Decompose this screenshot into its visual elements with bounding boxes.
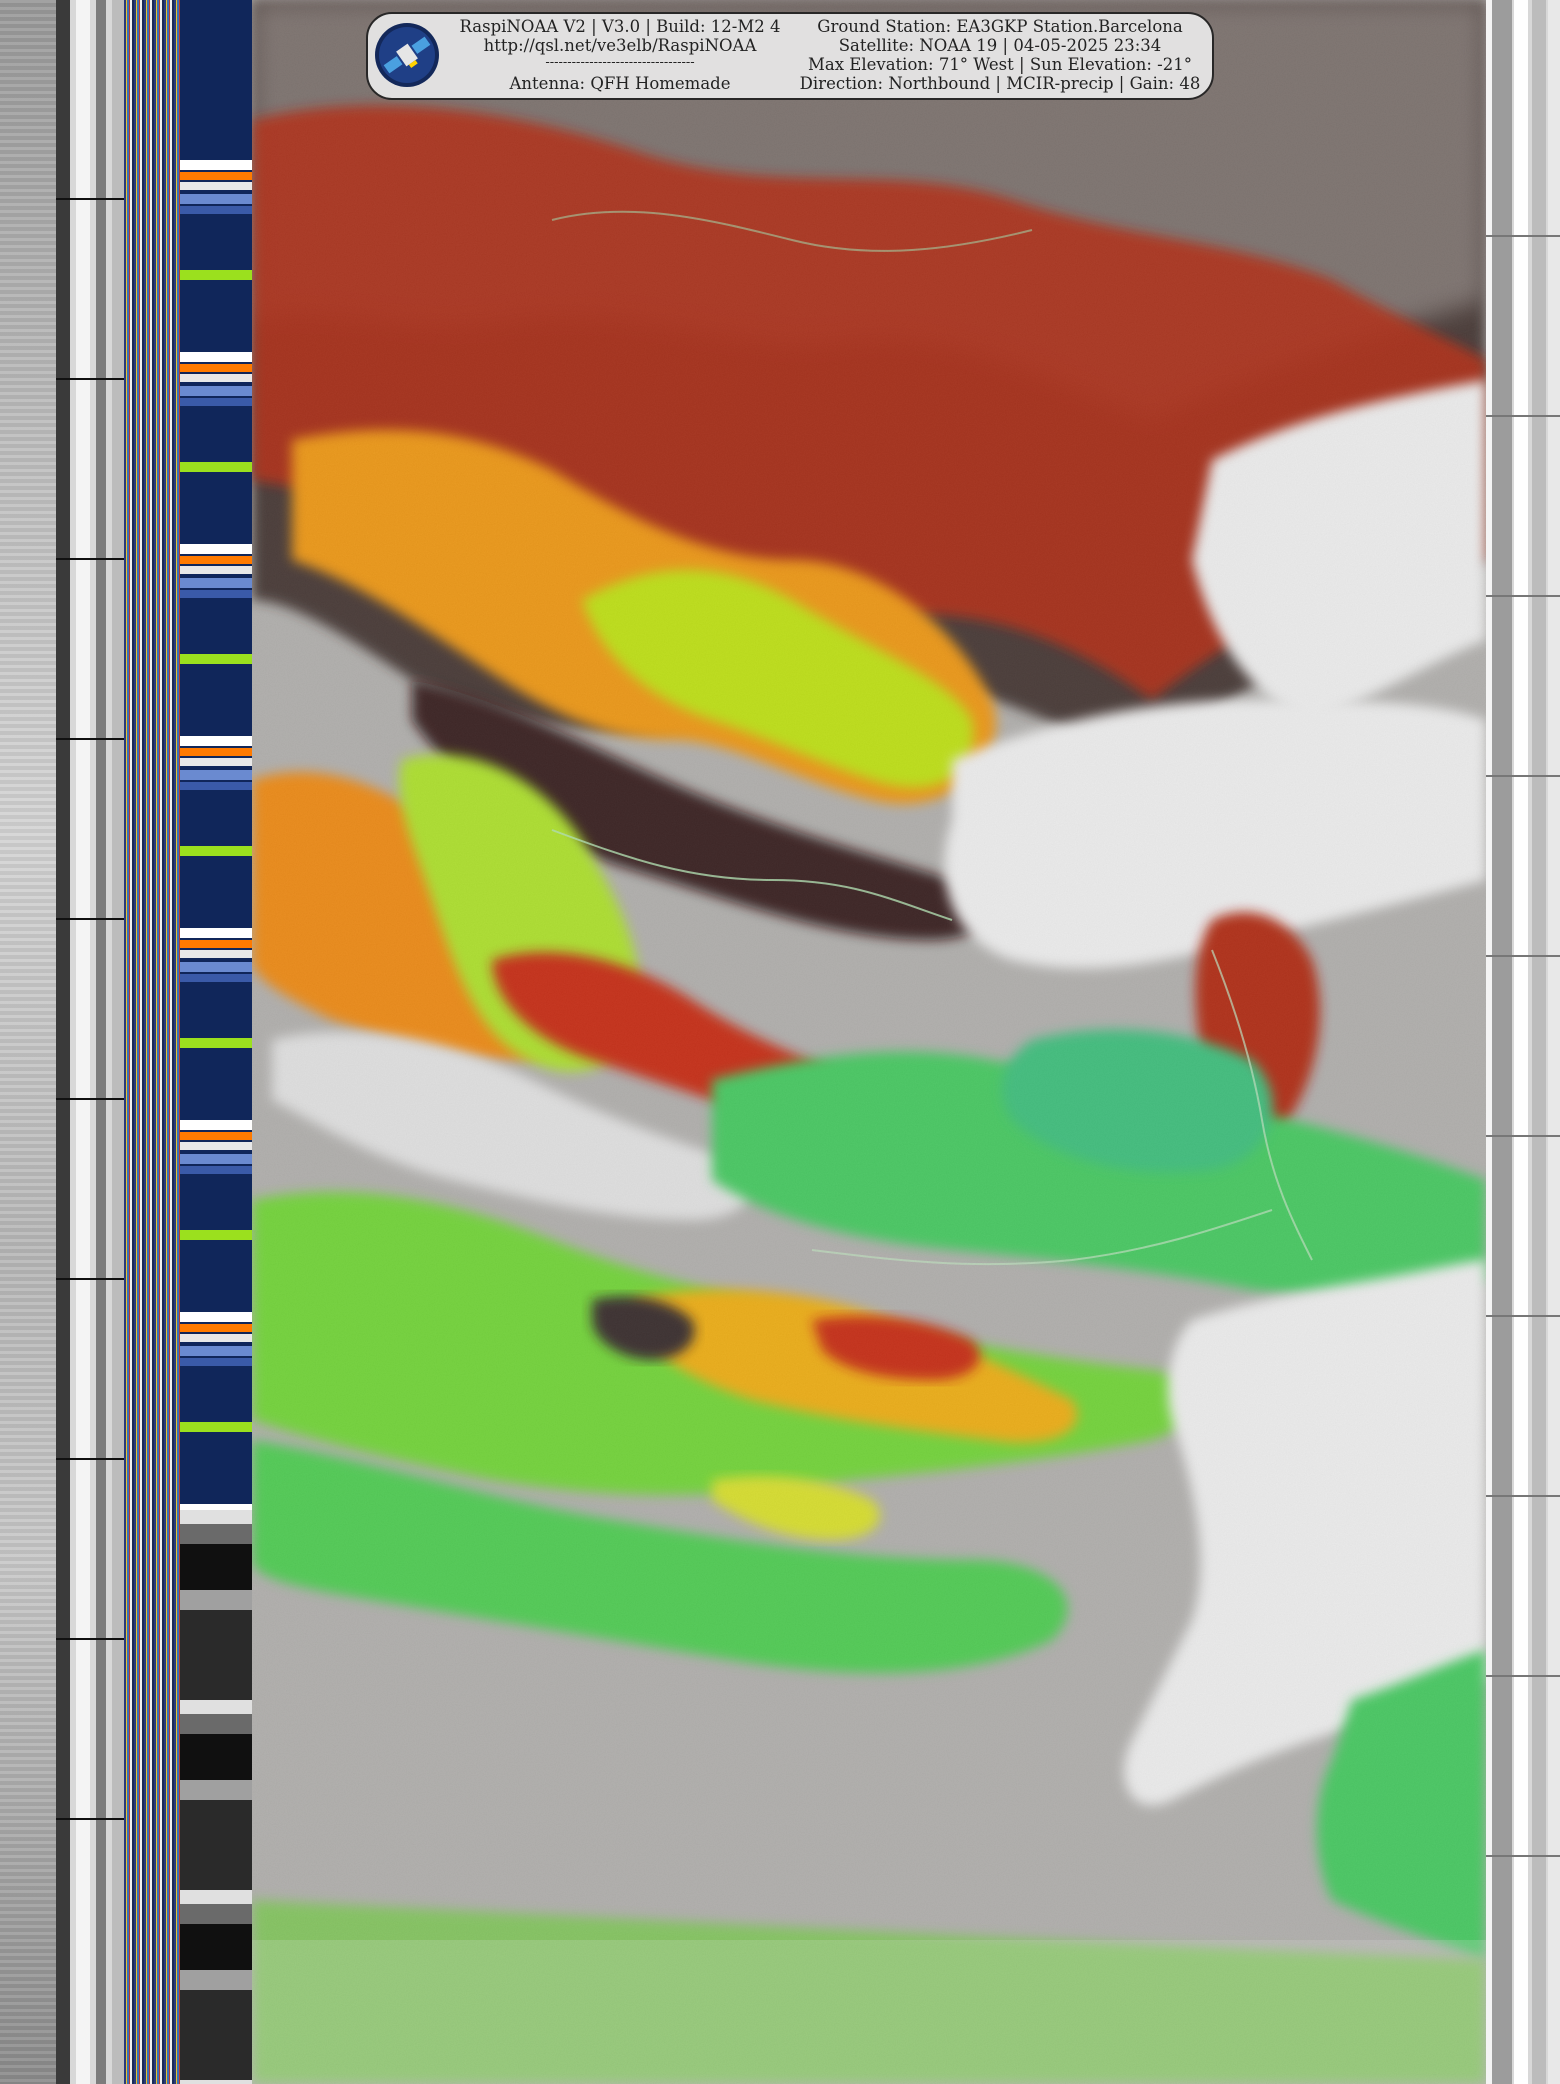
telemetry-block [180, 1324, 252, 1332]
telemetry-block [180, 950, 252, 958]
telemetry-tick [56, 1458, 124, 1460]
ground-station-text: Ground Station: EA3GKP Station.Barcelona [817, 17, 1183, 36]
telemetry-block [180, 544, 252, 554]
telemetry-block [180, 1334, 252, 1342]
telemetry-block [180, 364, 252, 372]
telemetry-block [180, 182, 252, 190]
telemetry-block [180, 172, 252, 180]
header-separator: ---------------------------------- [545, 55, 695, 70]
sync-noise-strip [124, 0, 180, 2084]
precipitation-map [252, 0, 1486, 2084]
software-version-text: RaspiNOAA V2 | V3.0 | Build: 12-M2 4 [459, 17, 781, 36]
telemetry-tick [1486, 595, 1560, 597]
telemetry-block [180, 1312, 252, 1322]
telemetry-block [180, 1358, 252, 1366]
telemetry-block [180, 398, 252, 406]
telemetry-tick [56, 738, 124, 740]
telemetry-tick [1486, 415, 1560, 417]
telemetry-block [180, 846, 252, 856]
telemetry-block [180, 962, 252, 972]
telemetry-block [180, 1142, 252, 1150]
telemetry-tick [56, 1638, 124, 1640]
satellite-pass-text: Satellite: NOAA 19 | 04-05-2025 23:34 [838, 36, 1162, 55]
telemetry-block [180, 782, 252, 790]
telemetry-tick [1486, 1855, 1560, 1857]
left-telemetry-wedge [56, 0, 124, 2084]
telemetry-block [180, 758, 252, 766]
telemetry-tick [56, 378, 124, 380]
telemetry-block [180, 1038, 252, 1048]
telemetry-block [180, 386, 252, 396]
telemetry-block [180, 1422, 252, 1432]
elevation-text: Max Elevation: 71° West | Sun Elevation:… [808, 55, 1192, 74]
telemetry-block [180, 1166, 252, 1174]
telemetry-block [180, 928, 252, 938]
telemetry-tick [56, 1278, 124, 1280]
telemetry-block [180, 206, 252, 214]
satellite-image [252, 0, 1486, 2084]
telemetry-tick [1486, 775, 1560, 777]
telemetry-tick [56, 558, 124, 560]
telemetry-block [180, 352, 252, 362]
telemetry-block [180, 566, 252, 574]
telemetry-block [180, 194, 252, 204]
telemetry-block [180, 770, 252, 780]
telemetry-tick [1486, 1495, 1560, 1497]
telemetry-tick [56, 1098, 124, 1100]
telemetry-block [180, 556, 252, 564]
telemetry-block [180, 940, 252, 948]
telemetry-tick [1486, 1135, 1560, 1137]
telemetry-block [180, 974, 252, 982]
telemetry-tick [1486, 235, 1560, 237]
right-telemetry-wedge [1486, 0, 1560, 2084]
telemetry-block [180, 374, 252, 382]
telemetry-block [180, 578, 252, 588]
telemetry-block [180, 1132, 252, 1140]
telemetry-block [180, 1230, 252, 1240]
telemetry-block [180, 270, 252, 280]
telemetry-tick [1486, 1315, 1560, 1317]
telemetry-block [180, 1154, 252, 1164]
telemetry-block [180, 590, 252, 598]
telemetry-block [180, 654, 252, 664]
telemetry-grayscale-section [180, 1510, 252, 2084]
antenna-text: Antenna: QFH Homemade [509, 74, 731, 93]
telemetry-block [180, 1120, 252, 1130]
telemetry-block [180, 462, 252, 472]
telemetry-block [180, 736, 252, 746]
telemetry-block [180, 160, 252, 170]
telemetry-tick [56, 918, 124, 920]
channel-a-grayscale-strip [0, 0, 56, 2084]
direction-text: Direction: Northbound | MCIR-precip | Ga… [799, 74, 1201, 93]
telemetry-block [180, 748, 252, 756]
telemetry-tick [1486, 1675, 1560, 1677]
telemetry-tick [56, 198, 124, 200]
telemetry-tick [1486, 955, 1560, 957]
satellite-logo-icon [375, 23, 439, 87]
telemetry-band [180, 0, 252, 2084]
telemetry-tick [56, 1818, 124, 1820]
telemetry-block [180, 1346, 252, 1356]
